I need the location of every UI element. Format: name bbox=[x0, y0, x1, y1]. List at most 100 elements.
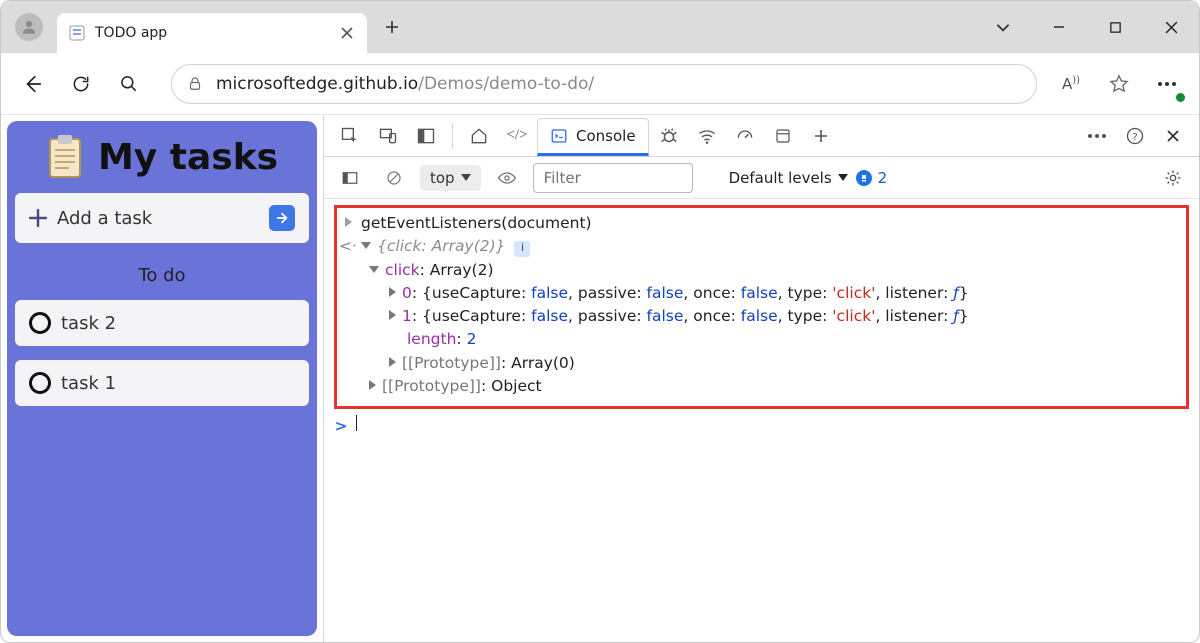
devtools-close-button[interactable] bbox=[1155, 118, 1191, 154]
minimize-button[interactable] bbox=[1031, 5, 1087, 49]
task-checkbox[interactable] bbox=[29, 312, 51, 334]
tab-title: TODO app bbox=[95, 25, 329, 41]
help-icon: ? bbox=[1125, 126, 1145, 146]
reload-icon bbox=[71, 74, 91, 94]
search-page-button[interactable] bbox=[107, 62, 151, 106]
click-array-row[interactable]: click: Array(2) bbox=[341, 259, 1180, 282]
context-label: top bbox=[430, 169, 455, 187]
devtools-menu-button[interactable] bbox=[1079, 118, 1115, 154]
device-toggle-button[interactable] bbox=[370, 118, 406, 154]
person-icon bbox=[20, 18, 38, 36]
lock-icon bbox=[186, 75, 204, 93]
address-bar: microsoftedge.github.io/Demos/demo-to-do… bbox=[1, 53, 1199, 115]
maximize-icon bbox=[1109, 21, 1122, 34]
arrow-left-icon bbox=[22, 73, 44, 95]
console-icon bbox=[550, 127, 568, 145]
prototype-row[interactable]: [[Prototype]]: Array(0) bbox=[341, 352, 1180, 375]
browser-titlebar: TODO app bbox=[1, 1, 1199, 53]
network-tab[interactable] bbox=[689, 118, 725, 154]
read-aloud-button[interactable]: A)) bbox=[1049, 62, 1093, 106]
browser-tab[interactable]: TODO app bbox=[57, 13, 367, 53]
input-expression: getEventListeners(document) bbox=[361, 212, 592, 235]
clear-console-button[interactable] bbox=[376, 160, 412, 196]
console-settings-button[interactable] bbox=[1155, 160, 1191, 196]
console-tab[interactable]: Console bbox=[537, 118, 649, 156]
expand-toggle-icon[interactable] bbox=[389, 357, 396, 367]
levels-label: Default levels bbox=[729, 169, 832, 187]
prototype-row[interactable]: [[Prototype]]: Object bbox=[341, 375, 1180, 398]
url-field[interactable]: microsoftedge.github.io/Demos/demo-to-do… bbox=[171, 64, 1037, 104]
entry-row[interactable]: 1: {useCapture: false, passive: false, o… bbox=[341, 305, 1180, 328]
code-icon: </> bbox=[506, 127, 527, 144]
execution-context-selector[interactable]: top bbox=[420, 165, 481, 191]
new-tab-button[interactable] bbox=[375, 10, 409, 44]
log-levels-selector[interactable]: Default levels bbox=[729, 169, 848, 187]
todo-app-pane: My tasks Add a task To do task 2 task 1 bbox=[7, 121, 317, 636]
return-arrow-icon: <· bbox=[341, 235, 355, 258]
more-tabs-button[interactable] bbox=[803, 118, 839, 154]
expand-toggle-icon[interactable] bbox=[389, 287, 396, 297]
issue-badge-icon bbox=[856, 170, 872, 186]
sidebar-icon bbox=[341, 169, 359, 187]
bug-icon bbox=[658, 125, 680, 147]
profile-avatar[interactable] bbox=[15, 13, 43, 41]
task-label: task 2 bbox=[61, 313, 116, 334]
app-title: My tasks bbox=[15, 135, 309, 179]
task-label: task 1 bbox=[61, 373, 116, 394]
dock-side-button[interactable] bbox=[408, 118, 444, 154]
task-item[interactable]: task 1 bbox=[15, 360, 309, 406]
expand-toggle-icon[interactable] bbox=[361, 242, 371, 249]
back-button[interactable] bbox=[11, 62, 55, 106]
issues-button[interactable]: 2 bbox=[856, 169, 888, 187]
elements-tab[interactable]: </> bbox=[499, 118, 535, 154]
search-icon bbox=[119, 74, 139, 94]
inspect-icon bbox=[340, 126, 360, 146]
application-tab[interactable] bbox=[765, 118, 801, 154]
submit-task-button[interactable] bbox=[269, 205, 295, 231]
more-horizontal-icon bbox=[1157, 81, 1177, 87]
live-expression-button[interactable] bbox=[489, 160, 525, 196]
maximize-button[interactable] bbox=[1087, 5, 1143, 49]
entry-row[interactable]: 0: {useCapture: false, passive: false, o… bbox=[341, 282, 1180, 305]
add-task-button[interactable]: Add a task bbox=[15, 193, 309, 243]
devtools-help-button[interactable]: ? bbox=[1117, 118, 1153, 154]
filter-input[interactable] bbox=[533, 163, 693, 193]
favicon-icon bbox=[69, 25, 85, 41]
reload-button[interactable] bbox=[59, 62, 103, 106]
wifi-icon bbox=[697, 126, 717, 146]
star-icon bbox=[1108, 73, 1130, 95]
toggle-sidebar-button[interactable] bbox=[332, 160, 368, 196]
sources-tab[interactable] bbox=[651, 118, 687, 154]
issues-count: 2 bbox=[878, 169, 888, 187]
arrow-right-icon bbox=[275, 211, 289, 225]
console-output[interactable]: getEventListeners(document) <· {click: A… bbox=[324, 199, 1199, 642]
close-icon bbox=[1164, 20, 1179, 35]
svg-text:?: ? bbox=[1132, 131, 1137, 142]
settings-menu-button[interactable] bbox=[1145, 62, 1189, 106]
more-horizontal-icon bbox=[1087, 133, 1107, 139]
text-cursor bbox=[356, 415, 357, 431]
result-summary-row[interactable]: <· {click: Array(2)} i bbox=[341, 235, 1180, 258]
inspect-element-button[interactable] bbox=[332, 118, 368, 154]
expand-toggle-icon[interactable] bbox=[369, 266, 379, 273]
read-aloud-icon: A)) bbox=[1062, 75, 1080, 93]
expand-toggle-icon[interactable] bbox=[389, 310, 396, 320]
expand-toggle-icon[interactable] bbox=[369, 380, 376, 390]
task-checkbox[interactable] bbox=[29, 372, 51, 394]
chevron-down-icon bbox=[461, 174, 471, 181]
gear-icon bbox=[1163, 168, 1183, 188]
prompt-chevron-icon: > bbox=[334, 415, 348, 438]
info-badge-icon[interactable]: i bbox=[514, 241, 530, 257]
welcome-tab[interactable] bbox=[461, 118, 497, 154]
favorite-button[interactable] bbox=[1097, 62, 1141, 106]
close-window-button[interactable] bbox=[1143, 5, 1199, 49]
caret-down-button[interactable] bbox=[975, 5, 1031, 49]
performance-icon bbox=[735, 126, 755, 146]
performance-tab[interactable] bbox=[727, 118, 763, 154]
close-tab-icon[interactable] bbox=[339, 25, 355, 41]
console-prompt[interactable]: > bbox=[334, 415, 1189, 438]
console-tab-label: Console bbox=[576, 127, 636, 145]
task-item[interactable]: task 2 bbox=[15, 300, 309, 346]
add-task-label: Add a task bbox=[57, 208, 152, 229]
update-badge-icon bbox=[1176, 93, 1185, 102]
